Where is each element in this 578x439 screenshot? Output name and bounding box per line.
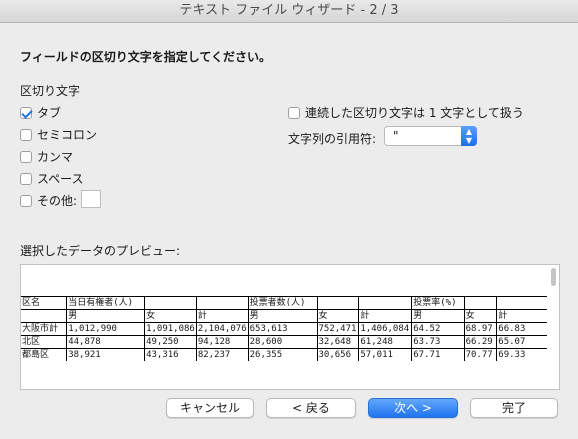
table-cell: 計 [358, 309, 412, 323]
space-checkbox[interactable]: スペース [20, 170, 84, 187]
table-cell: 61,248 [358, 335, 412, 349]
table-cell: 都島区 [21, 348, 67, 361]
chevron-updown-icon[interactable]: ▲ ▼ [461, 126, 477, 146]
other-checkbox[interactable]: その他: [20, 192, 77, 209]
finish-button[interactable]: 完了 [470, 398, 558, 418]
table-cell: 49,250 [144, 335, 197, 349]
table-cell: 投票者数(人) [247, 296, 317, 310]
table-cell: 43,316 [144, 348, 197, 361]
table-cell [316, 296, 359, 310]
table-row: 大阪市計 1,012,990 1,091,086 2,104,076 653,613 75… [21, 322, 547, 336]
checkbox-unchecked-icon[interactable] [20, 194, 32, 207]
table-cell: 44,878 [66, 335, 145, 349]
table-cell: 2,104,076 [195, 322, 249, 336]
table-cell: 区名 [21, 296, 67, 310]
checkbox-unchecked-icon[interactable] [20, 128, 32, 141]
table-cell: 女 [316, 309, 359, 323]
semicolon-checkbox[interactable]: セミコロン [20, 126, 97, 143]
tab-checkbox-label: タブ [37, 106, 62, 120]
data-preview-pane[interactable]: 区名 当日有権者(人) 投票者数(人) 投票率(%) 男女計男女計男女計大阪市計 1,01… [20, 264, 560, 390]
table-cell: 67.71 [411, 348, 465, 361]
comma-checkbox[interactable]: カンマ [20, 148, 73, 165]
checkbox-unchecked-icon[interactable] [20, 150, 32, 163]
table-cell: 68.97 [463, 322, 497, 336]
table-cell: 30,656 [316, 348, 359, 361]
table-row: 男女計男女計男女計 [21, 309, 547, 323]
table-cell: 28,600 [247, 335, 317, 349]
table-cell [21, 309, 67, 323]
table-cell [144, 296, 197, 310]
table-cell: 男 [247, 309, 317, 323]
table-cell: 69.33 [496, 348, 547, 361]
table-cell: 66.83 [496, 322, 547, 336]
table-cell: 66.29 [463, 335, 497, 349]
text-qualifier-label: 文字列の引用符: [288, 132, 377, 146]
table-cell: 1,091,086 [144, 322, 197, 336]
table-cell: 82,237 [195, 348, 249, 361]
back-button[interactable]: < 戻る [266, 398, 356, 418]
delimiters-group-label: 区切り文字 [20, 84, 81, 98]
table-cell: 女 [463, 309, 497, 323]
table-cell: 投票率(%) [411, 296, 465, 310]
table-cell [463, 296, 497, 310]
table-cell [195, 296, 249, 310]
table-cell: 57,011 [358, 348, 412, 361]
table-row: 都島区 38,921 43,316 82,237 26,355 30,656 57,011 6… [21, 348, 547, 361]
text-qualifier-select[interactable]: " ▲ ▼ [384, 126, 477, 146]
semicolon-checkbox-label: セミコロン [37, 128, 98, 142]
instruction-heading: フィールドの区切り文字を指定してください。 [20, 50, 272, 64]
table-cell: 32,648 [316, 335, 359, 349]
window-title: テキスト ファイル ウィザード - 2 / 3 [179, 3, 399, 18]
table-cell: 男 [66, 309, 145, 323]
comma-checkbox-label: カンマ [37, 150, 74, 164]
table-cell: 38,921 [66, 348, 145, 361]
table-row: 北区 44,878 49,250 94,128 28,600 32,648 61,248 63… [21, 335, 547, 349]
table-cell: 計 [195, 309, 249, 323]
other-delimiter-input[interactable] [81, 190, 101, 208]
table-cell [496, 296, 547, 310]
table-cell: 64.52 [411, 322, 465, 336]
table-cell: 752,471 [316, 322, 359, 336]
checkbox-unchecked-icon[interactable] [288, 106, 300, 119]
text-qualifier-value: " [393, 129, 399, 143]
table-cell: 1,406,084 [358, 322, 412, 336]
table-cell: 1,012,990 [66, 322, 145, 336]
preview-scrollbar[interactable] [551, 268, 556, 286]
table-cell: 94,128 [195, 335, 249, 349]
table-row: 区名 当日有権者(人) 投票者数(人) 投票率(%) [21, 296, 547, 310]
table-cell: 63.73 [411, 335, 465, 349]
table-cell: 計 [496, 309, 547, 323]
preview-table: 区名 当日有権者(人) 投票者数(人) 投票率(%) 男女計男女計男女計大阪市計 1,01… [21, 296, 547, 361]
table-cell: 653,613 [247, 322, 317, 336]
next-button[interactable]: 次へ > [368, 398, 458, 418]
window-title-bar: テキスト ファイル ウィザード - 2 / 3 [0, 0, 578, 23]
checkbox-checked-icon[interactable] [20, 106, 32, 119]
tab-checkbox[interactable]: タブ [20, 104, 61, 121]
consecutive-delimiters-checkbox[interactable]: 連続した区切り文字は 1 文字として扱う [288, 104, 524, 121]
table-cell: 当日有権者(人) [66, 296, 145, 310]
table-cell: 男 [411, 309, 465, 323]
table-cell: 大阪市計 [21, 322, 67, 336]
table-cell: 北区 [21, 335, 67, 349]
space-checkbox-label: スペース [37, 172, 84, 186]
table-cell [358, 296, 412, 310]
table-cell: 70.77 [463, 348, 497, 361]
consecutive-delimiters-label: 連続した区切り文字は 1 文字として扱う [305, 106, 524, 120]
checkbox-unchecked-icon[interactable] [20, 172, 32, 185]
table-cell: 女 [144, 309, 197, 323]
preview-label: 選択したデータのプレビュー: [20, 244, 181, 258]
table-cell: 26,355 [247, 348, 317, 361]
other-checkbox-label: その他: [37, 194, 78, 208]
cancel-button[interactable]: キャンセル [166, 398, 254, 418]
table-cell: 65.07 [496, 335, 547, 349]
